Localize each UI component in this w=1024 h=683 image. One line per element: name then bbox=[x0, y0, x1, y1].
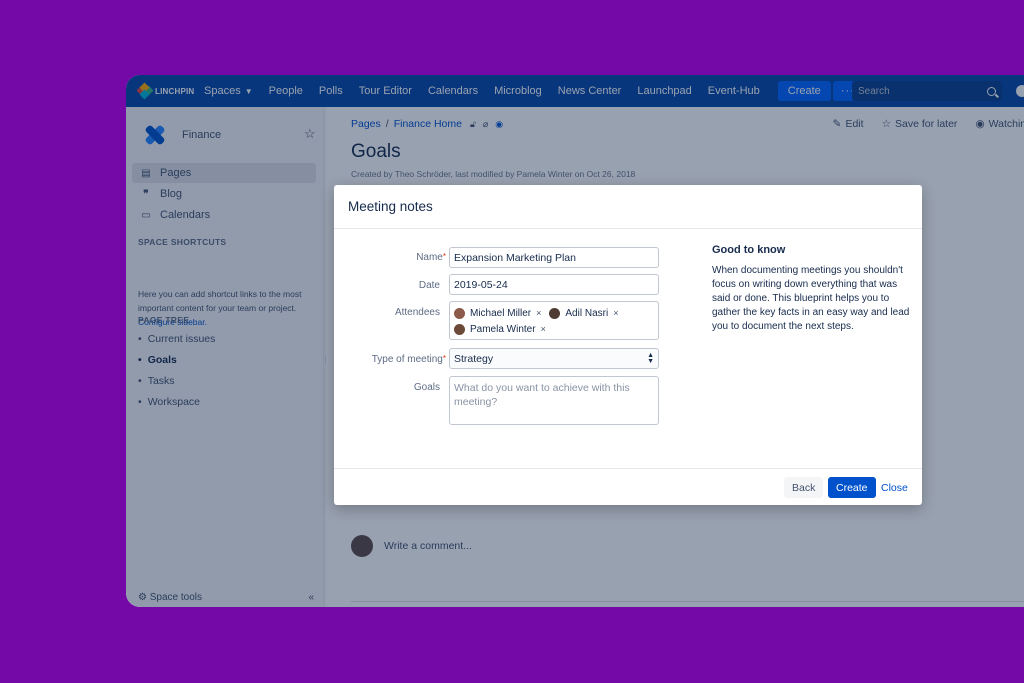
avatar bbox=[454, 307, 465, 319]
goals-textarea[interactable]: What do you want to achieve with this me… bbox=[449, 376, 659, 425]
close-button[interactable]: Close bbox=[881, 477, 908, 498]
required-marker: * bbox=[442, 354, 446, 363]
divider bbox=[334, 468, 922, 469]
name-label-text: Name bbox=[416, 252, 443, 263]
remove-icon[interactable]: × bbox=[541, 324, 546, 334]
avatar bbox=[549, 307, 561, 319]
select-arrows-icon: ▲ ▼ bbox=[647, 351, 654, 365]
attendee-chip: Michael Miller × bbox=[454, 306, 541, 320]
date-field[interactable]: 2019-05-24 bbox=[449, 274, 659, 295]
attendee-chip: Pamela Winter × bbox=[454, 322, 546, 336]
type-of-meeting-label: Type of meeting* bbox=[372, 354, 446, 365]
remove-icon[interactable]: × bbox=[536, 308, 541, 318]
goals-label: Goals bbox=[413, 382, 440, 393]
attendee-name: Michael Miller bbox=[470, 307, 532, 319]
required-marker: * bbox=[442, 252, 446, 261]
help-title: Good to know bbox=[712, 244, 786, 256]
help-body: When documenting meetings you shouldn't … bbox=[712, 265, 910, 332]
name-field[interactable]: Expansion Marketing Plan bbox=[449, 247, 659, 268]
dialog-title: Meeting notes bbox=[348, 199, 433, 214]
attendee-name: Pamela Winter bbox=[470, 323, 536, 335]
type-of-meeting-select[interactable]: Strategy ▲ ▼ bbox=[449, 348, 659, 369]
type-label-text: Type of meeting bbox=[371, 354, 443, 365]
selected-option: Strategy bbox=[454, 352, 494, 365]
avatar bbox=[454, 323, 465, 335]
name-label: Name* bbox=[416, 252, 446, 263]
meeting-notes-dialog: Meeting notes Name* Expansion Marketing … bbox=[334, 185, 922, 505]
back-button[interactable]: Back bbox=[784, 477, 824, 498]
date-label: Date bbox=[418, 280, 440, 291]
attendee-name: Adil Nasri bbox=[565, 307, 609, 319]
create-button[interactable]: Create bbox=[828, 477, 876, 498]
attendee-chip: Adil Nasri × bbox=[549, 306, 618, 320]
remove-icon[interactable]: × bbox=[613, 308, 618, 318]
divider bbox=[334, 228, 922, 229]
attendees-field[interactable]: Michael Miller × Adil Nasri × Pamela Win… bbox=[449, 301, 659, 340]
attendees-label: Attendees bbox=[394, 307, 440, 318]
